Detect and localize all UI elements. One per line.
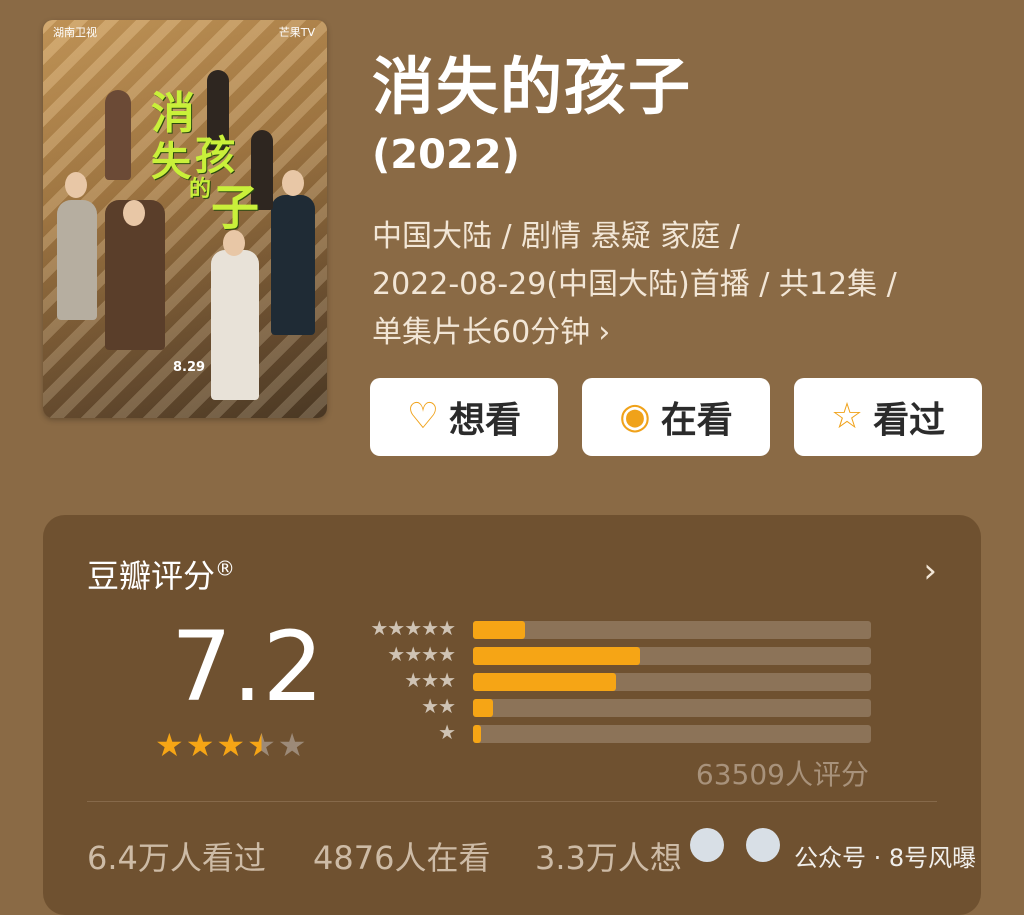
- poster-figure: [271, 195, 315, 335]
- meta-line-3: 单集片长60分钟: [372, 315, 591, 350]
- distribution-stars-icon: ★★★: [404, 668, 456, 692]
- watermark-avatar: [690, 828, 724, 862]
- distribution-bar: [473, 673, 617, 691]
- poster-face: [123, 200, 145, 226]
- rating-title-text: 豆瓣评分: [87, 557, 216, 595]
- distribution-bar: [473, 647, 641, 665]
- registered-mark: ®: [215, 556, 236, 581]
- watermark-avatar: [746, 828, 780, 862]
- channel-logo: 湖南卫视: [53, 26, 97, 39]
- page-title: 消失的孩子: [372, 50, 693, 123]
- distribution-track: [473, 647, 871, 665]
- want-to-watch-label: 想看: [449, 400, 522, 441]
- distribution-stars-icon: ★★★★★: [370, 616, 456, 640]
- distribution-bar: [473, 621, 525, 639]
- distribution-row-3-star: ★★★: [353, 668, 883, 692]
- distribution-row-2-star: ★★: [353, 694, 883, 718]
- star-filled-icon: ★: [155, 726, 184, 764]
- circle-dot-icon: ◉: [619, 396, 651, 437]
- watching-count[interactable]: 4876人在看: [313, 833, 490, 879]
- distribution-bar: [473, 699, 493, 717]
- star-outline-icon: ☆: [830, 396, 864, 437]
- watching-label: 在看: [660, 400, 733, 441]
- rating-count[interactable]: 63509人评分: [696, 753, 869, 793]
- chevron-right-icon[interactable]: ›: [923, 551, 937, 591]
- distribution-track: [473, 621, 871, 639]
- distribution-track: [473, 699, 871, 717]
- rating-score: 7.2: [171, 611, 324, 723]
- star-empty-icon: ★: [277, 726, 307, 764]
- poster-figure: [211, 250, 259, 400]
- release-year: (2022): [372, 132, 520, 178]
- distribution-stars-icon: ★★: [421, 694, 456, 718]
- meta-line-2: 2022-08-29(中国大陆)首播 / 共12集 /: [372, 267, 897, 302]
- star-half-icon: ★: [247, 726, 276, 764]
- poster-figure: [105, 90, 131, 180]
- platform-logo: 芒果TV: [278, 26, 315, 39]
- distribution-row-1-star: ★: [353, 720, 883, 744]
- poster-image[interactable]: 湖南卫视 芒果TV 消 失 的 孩 子 8.29: [43, 20, 327, 418]
- poster-figure: [57, 200, 97, 320]
- poster-face: [65, 172, 87, 198]
- rating-title: 豆瓣评分®: [87, 551, 235, 597]
- watching-button[interactable]: ◉ 在看: [582, 378, 770, 456]
- distribution-track: [473, 673, 871, 691]
- meta-line-1: 中国大陆 / 剧情 悬疑 家庭 /: [372, 219, 740, 254]
- distribution-bar: [473, 725, 481, 743]
- divider: [87, 801, 937, 802]
- distribution-stars-icon: ★: [438, 720, 456, 744]
- rating-stars: ★ ★ ★ ★ ★: [155, 729, 306, 761]
- heart-plus-icon: ♡: [406, 396, 440, 437]
- watched-label: 看过: [873, 400, 946, 441]
- poster-face: [282, 170, 304, 196]
- star-filled-icon: ★: [216, 726, 246, 764]
- watermark: 公众号 · 8号风曝: [794, 844, 977, 872]
- distribution-stars-icon: ★★★★: [387, 642, 456, 666]
- want-to-watch-button[interactable]: ♡ 想看: [370, 378, 558, 456]
- chevron-right-icon: ›: [598, 315, 611, 350]
- poster-date: 8.29: [173, 360, 206, 375]
- want-count[interactable]: 3.3万人想: [535, 833, 682, 879]
- distribution-track: [473, 725, 871, 743]
- distribution-row-5-star: ★★★★★: [353, 616, 883, 640]
- meta-more-link[interactable]: 单集片长60分钟 ›: [372, 318, 610, 348]
- watched-button[interactable]: ☆ 看过: [794, 378, 982, 456]
- distribution-row-4-star: ★★★★: [353, 642, 883, 666]
- watched-count[interactable]: 6.4万人看过: [87, 833, 266, 879]
- star-filled-icon: ★: [185, 726, 215, 764]
